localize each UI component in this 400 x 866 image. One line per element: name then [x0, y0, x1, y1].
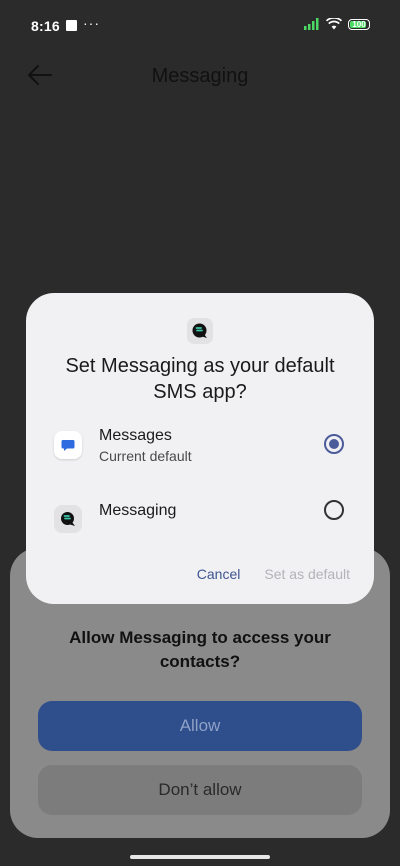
- radio-messages[interactable]: [324, 434, 344, 454]
- messaging-app-icon: [54, 505, 82, 533]
- screen: 8:16 ··· 100 Messaging Allow Messaging t…: [0, 0, 400, 866]
- permission-title: Allow Messaging to access your contacts?: [69, 628, 331, 671]
- more-notifications-icon: ···: [83, 15, 100, 31]
- dialog-actions: Cancel Set as default: [197, 566, 350, 582]
- allow-button[interactable]: Allow: [38, 701, 362, 751]
- dialog-title: Set Messaging as your default SMS app?: [65, 355, 335, 403]
- option-messages[interactable]: Messages Current default: [26, 421, 374, 477]
- notification-icon: [66, 20, 77, 31]
- dont-allow-button[interactable]: Don’t allow: [38, 765, 362, 815]
- option-sublabel: Current default: [99, 448, 192, 464]
- battery-level: 100: [352, 19, 366, 29]
- cancel-button[interactable]: Cancel: [197, 566, 241, 582]
- messages-app-icon: [54, 431, 82, 459]
- app-header: Messaging: [0, 52, 400, 100]
- option-label: Messages: [99, 427, 172, 444]
- default-sms-dialog: Set Messaging as your default SMS app? M…: [26, 293, 374, 604]
- page-title: Messaging: [151, 65, 249, 87]
- option-messaging[interactable]: Messaging: [26, 495, 374, 551]
- radio-messaging[interactable]: [324, 500, 344, 520]
- messaging-app-icon: [187, 318, 213, 344]
- battery-icon: 100: [348, 18, 370, 30]
- set-as-default-button[interactable]: Set as default: [264, 566, 350, 582]
- wifi-icon: [326, 18, 342, 30]
- status-icons: 100: [304, 18, 370, 30]
- signal-icon: [304, 18, 319, 30]
- status-bar: 8:16 ··· 100: [0, 0, 400, 52]
- status-time: 8:16: [31, 18, 60, 34]
- option-label: Messaging: [99, 502, 177, 519]
- navigation-handle[interactable]: [130, 855, 270, 859]
